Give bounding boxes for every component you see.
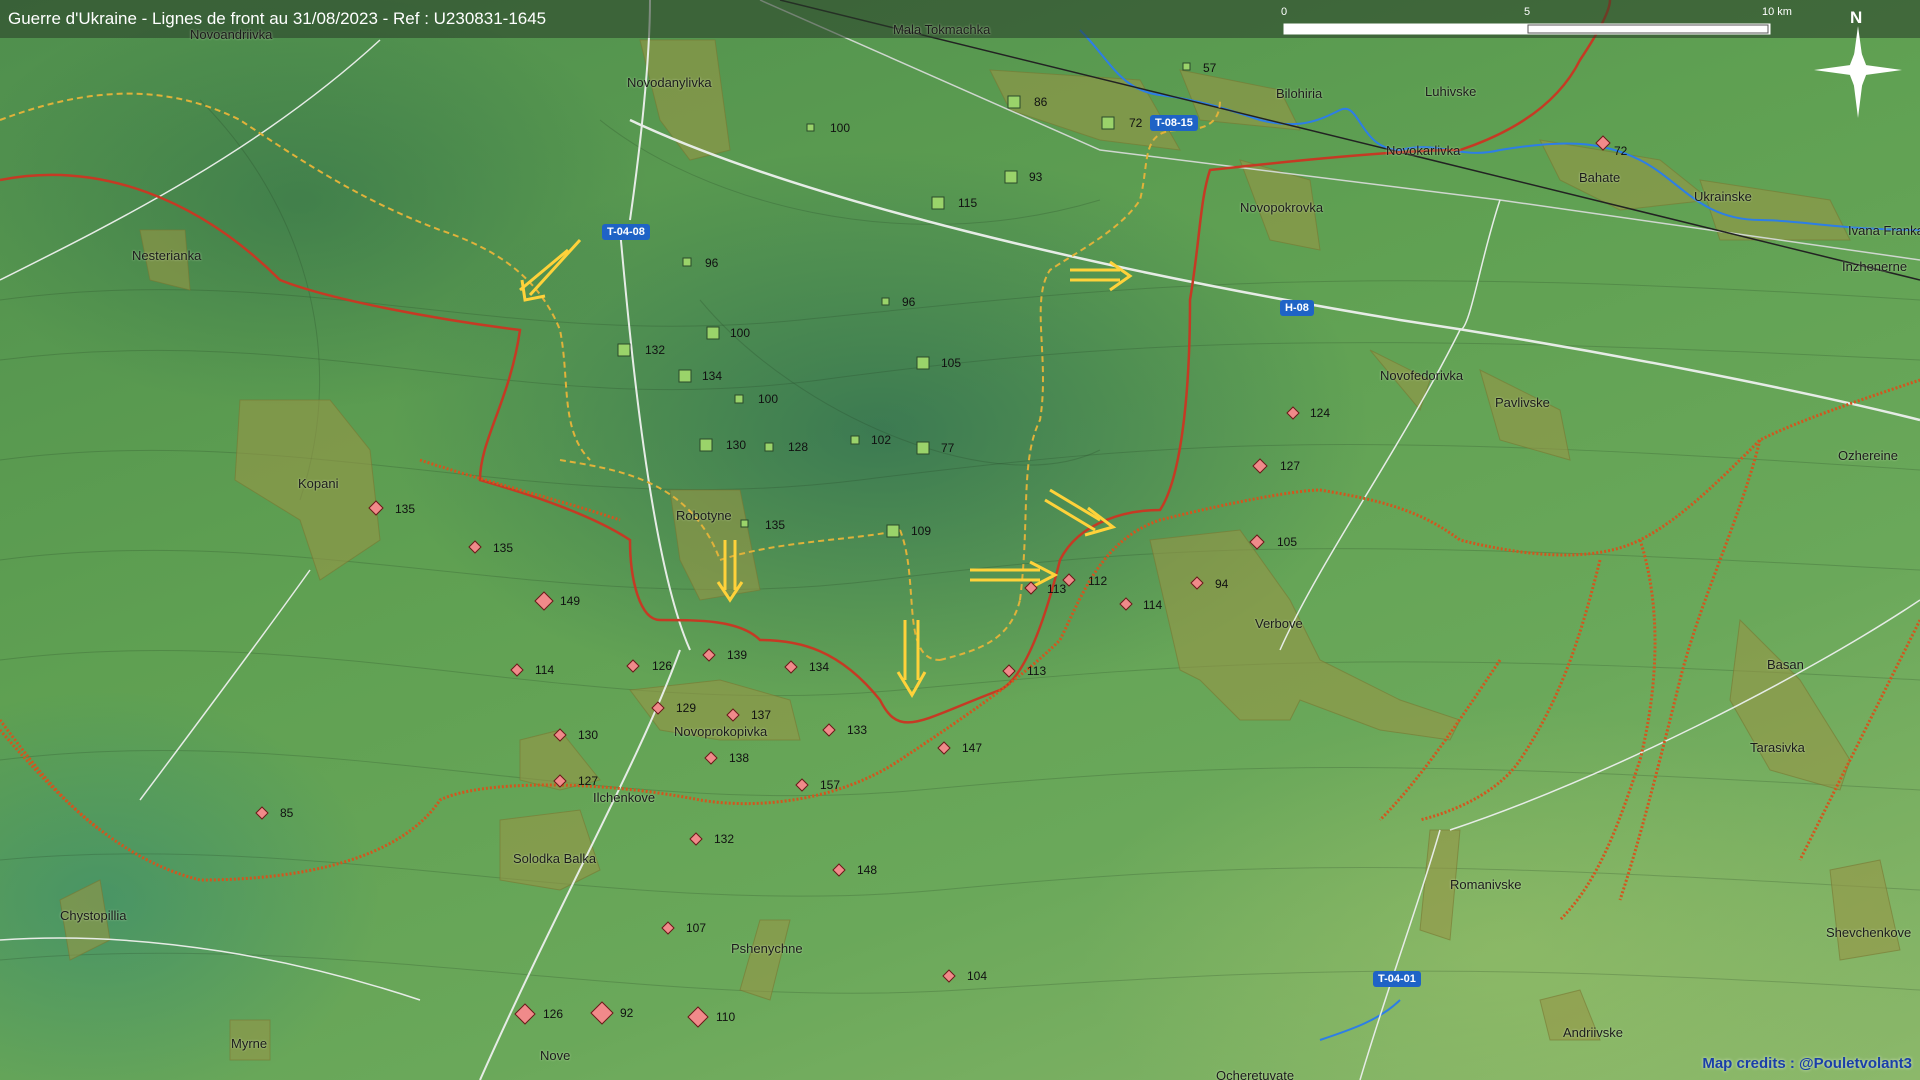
unit-label-russia: 135 xyxy=(493,541,514,555)
unit-label-russia: 138 xyxy=(729,751,750,765)
unit-label-russia: 113 xyxy=(1027,664,1047,678)
unit-label-ukraine: 135 xyxy=(765,518,786,532)
map-credits: Map credits : @Pouletvolant3 xyxy=(1702,1055,1912,1072)
unit-label-ukraine: 100 xyxy=(830,121,851,135)
unit-label-russia: 134 xyxy=(809,660,830,674)
unit-label-ukraine: 102 xyxy=(871,433,892,447)
unit-label-russia: 149 xyxy=(560,594,581,608)
place-label: Shevchenkove xyxy=(1826,925,1912,940)
scale-label-zero: 0 xyxy=(1281,6,1288,18)
unit-label-ukraine: 77 xyxy=(941,441,955,455)
place-label: Verbove xyxy=(1255,616,1303,631)
place-label: Ocheretuvate xyxy=(1216,1068,1295,1080)
unit-label-ukraine: 96 xyxy=(902,295,916,309)
place-label: Novoandriivka xyxy=(190,27,273,42)
front-line-map: Guerre d'Ukraine - Lignes de front au 31… xyxy=(0,0,1920,1080)
road-badge-t0408: T-04-08 xyxy=(602,224,650,240)
place-label: Novodanylivka xyxy=(627,75,712,90)
unit-label-russia: 112 xyxy=(1088,574,1108,588)
unit-label-ukraine: 132 xyxy=(645,343,666,357)
unit-label-ukraine: 134 xyxy=(702,369,723,383)
place-label: Chystopillia xyxy=(60,908,127,923)
unit-label-ukraine: 93 xyxy=(1029,170,1043,184)
unit-label-russia: 139 xyxy=(727,648,748,662)
unit-label-russia: 92 xyxy=(620,1006,634,1020)
unit-label-russia: 113 xyxy=(1047,582,1067,596)
unit-label-russia: 94 xyxy=(1215,577,1229,591)
unit-label-russia: 126 xyxy=(652,659,673,673)
place-label: Bahate xyxy=(1579,170,1621,185)
place-label: Inzhenerne xyxy=(1842,259,1908,274)
map-terrain-layer xyxy=(0,0,1920,1080)
unit-label-russia: 104 xyxy=(967,969,988,983)
place-label: Romanivske xyxy=(1450,877,1522,892)
unit-label-ukraine: 72 xyxy=(1129,116,1143,130)
unit-label-ukraine: 130 xyxy=(726,438,747,452)
place-label: Nove xyxy=(540,1048,571,1063)
place-label: Robotyne xyxy=(676,508,732,523)
unit-label-ukraine: 105 xyxy=(941,356,962,370)
place-label: Novopokrovka xyxy=(1240,200,1324,215)
unit-label-russia: 148 xyxy=(857,863,878,877)
unit-label-russia: 127 xyxy=(578,774,599,788)
unit-label-ukraine: 96 xyxy=(705,256,719,270)
front-line-current xyxy=(0,0,1612,724)
unit-label-ukraine: 109 xyxy=(911,524,932,538)
place-label: Kopani xyxy=(298,476,339,491)
unit-label-ukraine: 86 xyxy=(1034,95,1048,109)
scale-label-max: 10 km xyxy=(1762,6,1792,18)
unit-label-russia: 147 xyxy=(962,741,983,755)
settlement-areas xyxy=(59,39,1901,1061)
place-label: Novokarlivka xyxy=(1386,143,1461,158)
place-label: Mala Tokmachka xyxy=(893,22,991,37)
unit-label-russia: 132 xyxy=(714,832,735,846)
unit-label-russia: 114 xyxy=(535,663,555,677)
unit-label-ukraine: 115 xyxy=(958,196,978,210)
place-label: Novofedorivka xyxy=(1380,368,1464,383)
unit-label-russia: 129 xyxy=(676,701,697,715)
road-badge-t0401: T-04-01 xyxy=(1373,971,1421,987)
unit-label-russia: 72 xyxy=(1614,144,1628,158)
unit-label-russia: 130 xyxy=(578,728,599,742)
unit-label-russia: 124 xyxy=(1310,406,1331,420)
map-title: Guerre d'Ukraine - Lignes de front au 31… xyxy=(8,9,547,28)
place-label: Tarasivka xyxy=(1750,740,1805,755)
place-label: Pavlivske xyxy=(1495,395,1550,410)
unit-label-ukraine: 100 xyxy=(758,392,779,406)
place-label: Ivana Franka xyxy=(1848,223,1920,238)
unit-label-ukraine: 100 xyxy=(730,326,751,340)
place-label: Ukrainske xyxy=(1694,189,1752,204)
unit-label-russia: 114 xyxy=(1143,598,1163,612)
unit-label-russia: 135 xyxy=(395,502,416,516)
scale-label-mid: 5 xyxy=(1524,6,1531,18)
unit-label-russia: 127 xyxy=(1280,459,1301,473)
place-label: Solodka Balka xyxy=(513,851,597,866)
unit-label-russia: 137 xyxy=(751,708,772,722)
road-badge-h08: H-08 xyxy=(1280,300,1314,316)
place-label: Myrne xyxy=(231,1036,268,1051)
place-label: Ilchenkove xyxy=(593,790,656,805)
unit-label-russia: 105 xyxy=(1277,535,1298,549)
place-label: Andriivske xyxy=(1563,1025,1623,1040)
contour-lines xyxy=(0,99,1920,994)
place-label: Novoprokopivka xyxy=(674,724,768,739)
place-label: Bilohiria xyxy=(1276,86,1323,101)
road-badge-t0815: T-08-15 xyxy=(1150,115,1198,131)
unit-label-russia: 157 xyxy=(820,778,841,792)
unit-label-russia: 126 xyxy=(543,1007,564,1021)
unit-label-russia: 133 xyxy=(847,723,868,737)
unit-label-ukraine: 57 xyxy=(1203,61,1217,75)
place-label: Luhivske xyxy=(1425,84,1477,99)
russia-unit-markers xyxy=(255,135,1611,1028)
unit-label-russia: 107 xyxy=(686,921,707,935)
north-label: N xyxy=(1850,8,1863,27)
unit-label-ukraine: 128 xyxy=(788,440,809,454)
attack-arrows xyxy=(519,238,1133,698)
place-label: Pshenychne xyxy=(731,941,803,956)
place-label: Basan xyxy=(1767,657,1804,672)
place-label: Nesterianka xyxy=(132,248,202,263)
unit-label-russia: 85 xyxy=(280,806,294,820)
unit-label-russia: 110 xyxy=(716,1010,736,1024)
place-label: Ozhereine xyxy=(1838,448,1898,463)
